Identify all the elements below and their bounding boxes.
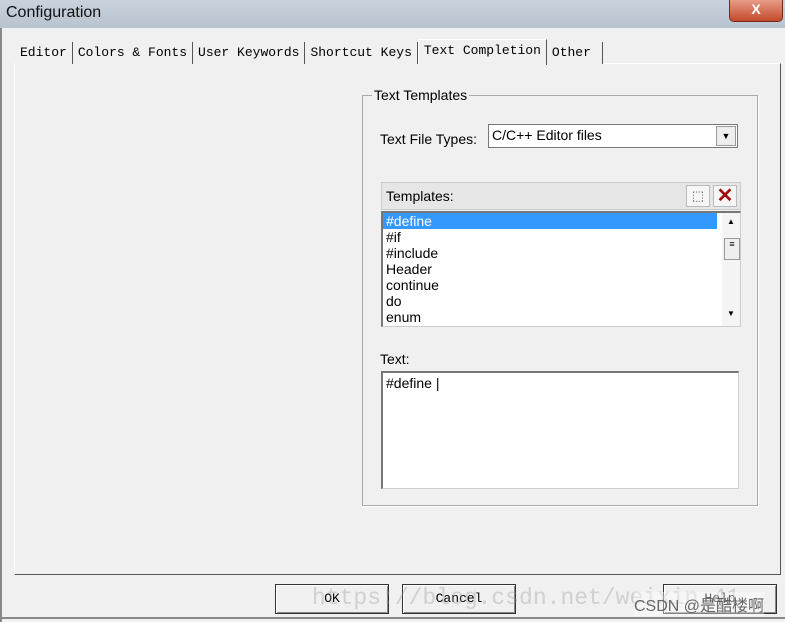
list-item[interactable]: Header	[383, 261, 717, 277]
list-item[interactable]: #include	[383, 245, 717, 261]
tab-strip: Editor Colors & Fonts User Keywords Shor…	[15, 39, 603, 65]
scroll-thumb[interactable]: ≡	[724, 238, 740, 260]
tab-text-completion[interactable]: Text Completion	[417, 39, 547, 65]
list-item[interactable]: enum	[383, 309, 717, 325]
templates-label: Templates:	[386, 188, 454, 204]
template-text-editor[interactable]: #define |	[381, 371, 739, 489]
watermark-credit: CSDN @是酷楼啊	[634, 592, 765, 616]
divider	[0, 617, 785, 619]
window-title: Configuration	[6, 4, 102, 21]
list-item[interactable]: continue	[383, 277, 717, 293]
scrollbar[interactable]: ▲ ≡ ▼	[722, 213, 740, 326]
scroll-down-icon[interactable]: ▼	[727, 309, 735, 318]
file-types-select[interactable]: C/C++ Editor files ▼	[488, 124, 738, 148]
text-label: Text:	[380, 351, 410, 367]
chevron-down-icon[interactable]: ▼	[716, 126, 736, 146]
list-item[interactable]: do	[383, 293, 717, 309]
group-title: Text Templates	[372, 87, 470, 103]
templates-list[interactable]: #define #if #include Header continue do …	[381, 211, 741, 327]
tab-colors-fonts[interactable]: Colors & Fonts	[72, 42, 194, 64]
new-template-icon[interactable]: ⬚	[686, 185, 710, 207]
list-item[interactable]: #define	[383, 213, 717, 229]
file-types-value: C/C++ Editor files	[492, 127, 602, 143]
tab-editor[interactable]: Editor	[15, 42, 73, 64]
tab-user-keywords[interactable]: User Keywords	[193, 42, 306, 64]
close-button[interactable]: X	[729, 0, 783, 22]
title-bar: Configuration X	[0, 0, 785, 28]
delete-icon[interactable]: ✕	[713, 185, 737, 207]
templates-header: Templates: ⬚ ✕	[381, 182, 741, 210]
file-types-label: Text File Types:	[380, 131, 478, 147]
scroll-up-icon[interactable]: ▲	[727, 217, 735, 226]
tab-shortcut-keys[interactable]: Shortcut Keys	[305, 42, 418, 64]
tab-other[interactable]: Other	[546, 42, 603, 64]
list-item[interactable]: #if	[383, 229, 717, 245]
